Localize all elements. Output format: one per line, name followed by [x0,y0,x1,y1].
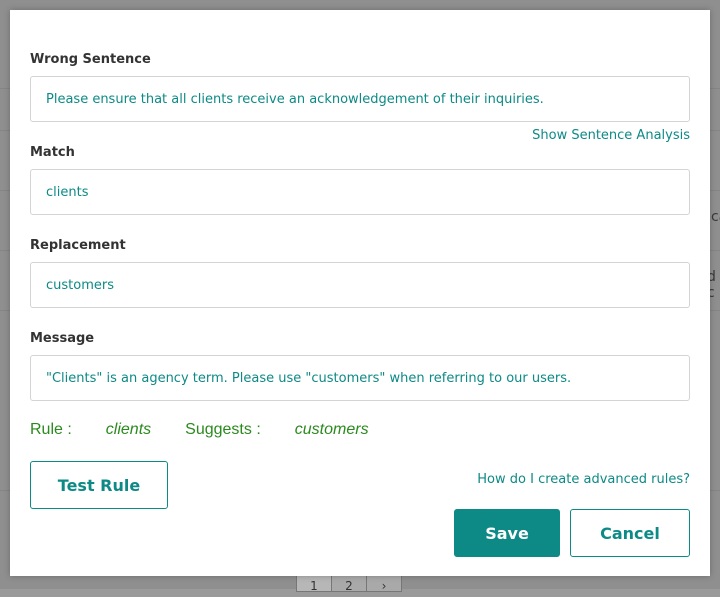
rule-label: Rule : [30,421,72,438]
next-page-button[interactable]: › [366,574,402,593]
cancel-button[interactable]: Cancel [570,509,690,557]
message-input[interactable]: "Clients" is an agency term. Please use … [30,355,690,401]
save-button[interactable]: Save [454,509,560,557]
match-label: Match [30,145,75,160]
suggests-label: Suggests : [185,421,261,438]
test-rule-button[interactable]: Test Rule [30,461,168,509]
replacement-input[interactable]: customers [30,262,690,308]
suggests-value: customers [294,421,369,438]
match-input[interactable]: clients [30,169,690,215]
rule-editor-modal: Wrong Sentence Please ensure that all cl… [10,10,710,576]
page-2-button[interactable]: 2 [331,574,367,593]
wrong-sentence-input[interactable]: Please ensure that all clients receive a… [30,76,690,122]
rule-value: clients [105,421,152,438]
show-sentence-analysis-link[interactable]: Show Sentence Analysis [532,128,690,143]
message-label: Message [30,331,95,346]
background-row-text: ca [711,209,720,225]
pagination: 1 2 › [296,574,402,593]
advanced-rules-help-link[interactable]: How do I create advanced rules? [477,472,690,487]
replacement-label: Replacement [30,238,126,253]
wrong-sentence-label: Wrong Sentence [30,52,151,67]
page-1-button[interactable]: 1 [296,574,332,593]
rule-summary: Rule : clients Suggests : customers [30,420,369,440]
